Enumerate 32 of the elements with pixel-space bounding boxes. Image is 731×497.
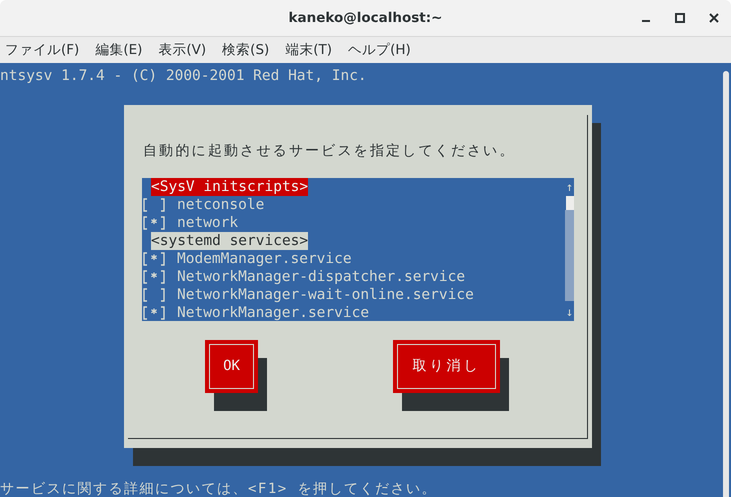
service-name: netconsole <box>177 196 264 214</box>
cancel-button[interactable]: 取り消し <box>393 340 500 393</box>
service-checkbox[interactable] <box>142 288 166 302</box>
window-title: kaneko@localhost:~ <box>288 10 442 26</box>
menu-item[interactable]: ファイル(F) <box>5 41 80 59</box>
menu-item[interactable]: 端末(T) <box>285 41 332 59</box>
menu-item[interactable]: 表示(V) <box>158 41 206 59</box>
service-checkbox[interactable] <box>142 306 166 320</box>
scroll-down-arrow[interactable]: ↓ <box>566 303 574 321</box>
section-header[interactable]: <SysV initscripts> <box>151 178 308 196</box>
maximize-icon[interactable] <box>675 13 685 23</box>
menu-item[interactable]: 編集(E) <box>95 41 142 59</box>
service-checkbox[interactable] <box>142 216 166 230</box>
menu-item[interactable]: ヘルプ(H) <box>348 41 411 59</box>
service-checkbox[interactable] <box>142 198 166 212</box>
service-name: NetworkManager.service <box>177 304 370 322</box>
window-scrollbar[interactable] <box>723 71 729 497</box>
service-name: network <box>177 214 238 232</box>
service-checkbox[interactable] <box>142 270 166 284</box>
menu-item[interactable]: 検索(S) <box>222 41 270 59</box>
scroll-thumb[interactable] <box>566 196 574 210</box>
service-name: ModemManager.service <box>177 250 352 268</box>
service-name: NetworkManager-wait-online.service <box>177 286 474 304</box>
service-name: NetworkManager-dispatcher.service <box>177 268 466 286</box>
dialog-prompt: 自動的に起動させるサービスを指定してください。 <box>143 142 516 160</box>
service-checkbox[interactable] <box>142 252 166 266</box>
close-icon[interactable] <box>709 13 719 23</box>
terminal-line: ntsysv 1.7.4 - (C) 2000-2001 Red Hat, Inc. <box>0 67 368 85</box>
section-header[interactable]: <systemd services> <box>151 232 308 250</box>
ok-button[interactable]: OK <box>205 340 258 393</box>
terminal-line: サービスに関する詳細については、<F1> を押してください。 <box>0 481 438 497</box>
scroll-up-arrow[interactable]: ↑ <box>566 178 574 196</box>
